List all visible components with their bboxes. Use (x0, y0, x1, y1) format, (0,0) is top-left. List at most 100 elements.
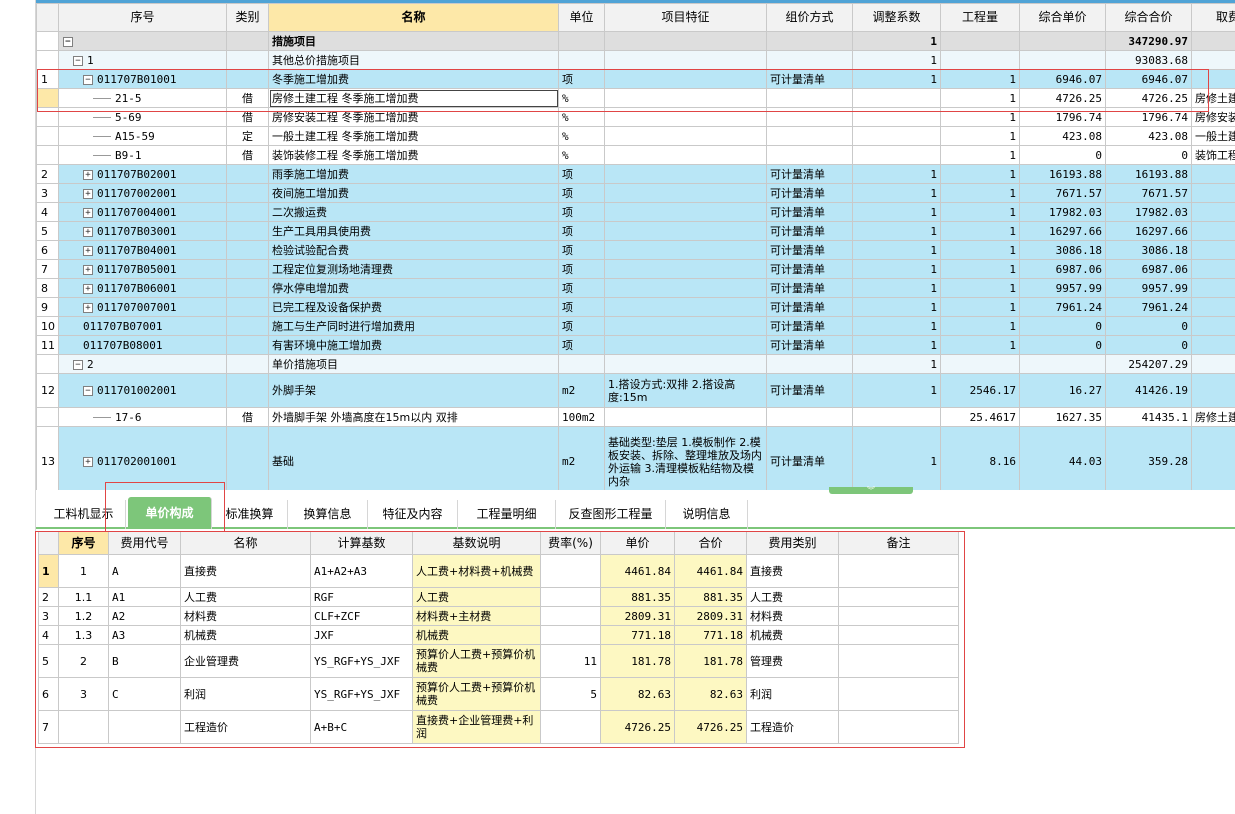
feature-cell[interactable] (604, 316, 767, 336)
fee-profession-cell[interactable] (1191, 297, 1235, 317)
expand-icon[interactable]: + (83, 245, 93, 256)
pricing-method-cell[interactable] (766, 107, 853, 127)
rate-cell[interactable] (540, 587, 601, 607)
pricing-method-cell[interactable]: 可计量清单 (766, 373, 853, 408)
quantity-cell[interactable]: 1 (940, 183, 1020, 203)
name-cell[interactable]: 外墙脚手架 外墙高度在15m以内 双排 (268, 407, 559, 427)
row-number[interactable]: 8 (36, 278, 59, 298)
total-price-cell[interactable]: 359.28 (1105, 426, 1192, 490)
total-price-cell[interactable]: 0 (1105, 145, 1192, 165)
fee-profession-cell[interactable]: 一般土建 (1191, 126, 1235, 146)
header-base-desc[interactable]: 基数说明 (412, 531, 541, 555)
row-number[interactable]: 11 (36, 335, 59, 355)
rate-cell[interactable] (540, 710, 601, 744)
seq-cell[interactable]: +011707B03001 (58, 221, 227, 241)
tab-labor-material-machine[interactable]: 工料机显示 (42, 500, 126, 529)
fee-profession-cell[interactable] (1191, 183, 1235, 203)
quantity-cell[interactable]: 1 (940, 297, 1020, 317)
header-quantity[interactable]: 工程量 (940, 3, 1020, 32)
unit-price-cell[interactable]: 0 (1019, 335, 1106, 355)
table-row[interactable]: 2 +011707B02001 雨季施工增加费项可计量清单 1 1 16193.88 161… (36, 164, 1235, 184)
base-desc-cell[interactable]: 人工费 (412, 587, 541, 607)
feature-cell[interactable] (604, 107, 767, 127)
adjust-coef-cell[interactable]: 1 (852, 221, 941, 241)
name-cell[interactable]: 基础 (268, 426, 559, 490)
feature-cell[interactable] (604, 259, 767, 279)
adjust-coef-cell[interactable]: 1 (852, 69, 941, 89)
table-row[interactable]: 5 2 B 企业管理费 YS_RGF+YS_JXF 预算价人工费+预算价机械费 11 181.… (38, 644, 959, 678)
base-desc-cell[interactable]: 预算价人工费+预算价机械费 (412, 644, 541, 678)
remark-cell[interactable] (838, 587, 959, 607)
unit-cell[interactable]: 项 (558, 221, 605, 241)
table-row[interactable]: 3 +011707002001 夜间施工增加费项可计量清单 1 1 7671.57 7671… (36, 183, 1235, 203)
seq-cell[interactable]: −011701002001 (58, 373, 227, 408)
fee-type-cell[interactable]: 工程造价 (746, 710, 839, 744)
total-price-cell[interactable]: 6946.07 (1105, 69, 1192, 89)
calc-base-cell[interactable]: A+B+C (310, 710, 413, 744)
unit-cell[interactable] (558, 31, 605, 51)
feature-cell[interactable] (604, 164, 767, 184)
table-row[interactable]: −2 单价措施项目 1 254207.29 (36, 354, 1235, 374)
row-number[interactable]: 6 (36, 240, 59, 260)
collapse-icon[interactable]: − (73, 359, 83, 370)
base-desc-cell[interactable]: 直接费+企业管理费+利润 (412, 710, 541, 744)
name-cell[interactable]: 检验试验配合费 (268, 240, 559, 260)
expand-icon[interactable]: + (83, 264, 93, 275)
unit-price-cell[interactable]: 2809.31 (600, 606, 675, 626)
category-cell[interactable]: 借 (226, 145, 269, 165)
collapse-icon[interactable]: − (63, 36, 73, 47)
total-price-cell[interactable]: 17982.03 (1105, 202, 1192, 222)
row-number[interactable]: 3 (38, 606, 59, 626)
adjust-coef-cell[interactable]: 1 (852, 259, 941, 279)
table-row[interactable]: −1 其他总价措施项目 1 93083.68 (36, 50, 1235, 70)
header-adjust-coef[interactable]: 调整系数 (852, 3, 941, 32)
total-price-cell[interactable]: 41426.19 (1105, 373, 1192, 408)
fee-profession-cell[interactable]: 房修土建 (1191, 88, 1235, 108)
calc-base-cell[interactable]: YS_RGF+YS_JXF (310, 644, 413, 678)
fee-type-cell[interactable]: 直接费 (746, 554, 839, 588)
quantity-cell[interactable]: 1 (940, 335, 1020, 355)
unit-cell[interactable]: 项 (558, 278, 605, 298)
seq-cell[interactable]: +011702001001 (58, 426, 227, 490)
total-price-cell[interactable]: 181.78 (674, 644, 747, 678)
row-number[interactable] (36, 50, 59, 70)
pricing-method-cell[interactable]: 可计量清单 (766, 164, 853, 184)
row-number[interactable]: 6 (38, 677, 59, 711)
tab-reverse-graphic-quantity[interactable]: 反查图形工程量 (556, 500, 666, 529)
adjust-coef-cell[interactable]: 1 (852, 50, 941, 70)
table-row[interactable]: 5 +011707B03001 生产工具用具使用费项可计量清单 1 1 16297.66 1… (36, 221, 1235, 241)
collapse-icon[interactable]: − (83, 386, 93, 396)
adjust-coef-cell[interactable]: 1 (852, 202, 941, 222)
row-number[interactable]: 9 (36, 297, 59, 317)
name-cell[interactable]: 措施项目 (268, 31, 559, 51)
category-cell[interactable] (226, 354, 269, 374)
seq-cell[interactable]: +011707B06001 (58, 278, 227, 298)
feature-cell[interactable] (604, 50, 767, 70)
fee-profession-cell[interactable]: 房修土建 (1191, 407, 1235, 427)
row-number[interactable] (36, 407, 59, 427)
seq-cell[interactable] (58, 710, 109, 744)
fee-code-cell[interactable]: A (108, 554, 181, 588)
row-number[interactable]: 2 (38, 587, 59, 607)
category-cell[interactable] (226, 69, 269, 89)
base-desc-cell[interactable]: 材料费+主材费 (412, 606, 541, 626)
category-cell[interactable] (226, 297, 269, 317)
feature-cell[interactable] (604, 88, 767, 108)
fee-profession-cell[interactable]: 房修安装 (1191, 107, 1235, 127)
adjust-coef-cell[interactable] (852, 126, 941, 146)
unit-cell[interactable]: 项 (558, 316, 605, 336)
quantity-cell[interactable] (940, 31, 1020, 51)
unit-price-cell[interactable]: 0 (1019, 316, 1106, 336)
table-row[interactable]: 1 1 A 直接费 A1+A2+A3 人工费+材料费+机械费 4461.84 4461.84 直… (38, 554, 959, 588)
splitter-handle[interactable]: ︾ (829, 487, 913, 495)
seq-cell[interactable]: −011707B01001 (58, 69, 227, 89)
table-row[interactable]: 5-69 借房修安装工程 冬季施工增加费% 1 1796.74 1796.74 房修安装 (36, 107, 1235, 127)
total-price-cell[interactable]: 4726.25 (674, 710, 747, 744)
pricing-method-cell[interactable]: 可计量清单 (766, 240, 853, 260)
pricing-method-cell[interactable] (766, 126, 853, 146)
calc-base-cell[interactable]: A1+A2+A3 (310, 554, 413, 588)
unit-price-cell[interactable]: 16297.66 (1019, 221, 1106, 241)
table-row[interactable]: A15-59 定一般土建工程 冬季施工增加费% 1 423.08 423.08 一般土建 (36, 126, 1235, 146)
total-price-cell[interactable]: 93083.68 (1105, 50, 1192, 70)
remark-cell[interactable] (838, 710, 959, 744)
